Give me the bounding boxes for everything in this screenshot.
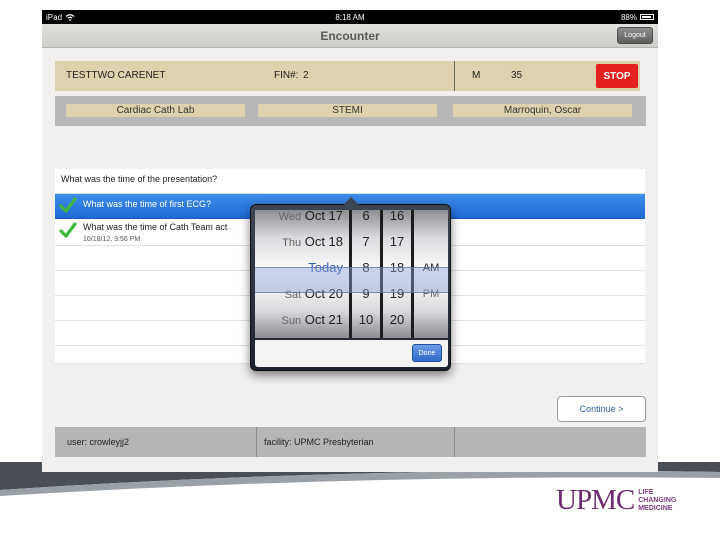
- slide-background-band: UPMC LIFE CHANGING MEDICINE: [0, 462, 720, 540]
- minute-option[interactable]: 16: [383, 210, 411, 229]
- fin-label: FIN#:: [274, 70, 299, 81]
- footer-user: user: crowleyjj2: [67, 437, 130, 447]
- battery-icon: [640, 14, 654, 20]
- continue-button[interactable]: Continue >: [557, 396, 646, 422]
- upmc-logo-word: UPMC: [556, 484, 635, 516]
- location-field: Cardiac Cath Lab: [66, 104, 245, 117]
- question-row[interactable]: What was the time of the presentation?: [55, 169, 645, 194]
- logout-button[interactable]: Logout: [617, 27, 653, 44]
- hour-option[interactable]: 10: [352, 307, 380, 333]
- footer-bar: user: crowleyjj2 facility: UPMC Presbyte…: [55, 427, 646, 457]
- footer-facility: facility: UPMC Presbyterian: [264, 437, 374, 447]
- patient-age: 35: [511, 70, 523, 81]
- popover-arrow: [342, 197, 360, 206]
- fin-value: 2: [303, 70, 309, 81]
- done-button[interactable]: Done: [412, 344, 442, 362]
- footer-divider: [454, 427, 455, 457]
- checkmark-icon: [59, 197, 77, 213]
- date-time-picker: Wed Oct 17 Thu Oct 18 Today Sat Oct 20 S…: [255, 210, 448, 338]
- physician-field: Marroquin, Oscar: [453, 104, 632, 117]
- minute-option[interactable]: 20: [383, 307, 411, 333]
- checkmark-icon: [59, 222, 77, 238]
- date-option[interactable]: Sun Oct 21: [255, 307, 349, 333]
- patient-sex: M: [472, 70, 481, 81]
- minute-option[interactable]: 17: [383, 229, 411, 255]
- upmc-logo: UPMC LIFE CHANGING MEDICINE: [556, 484, 676, 517]
- status-bar: iPad 8:18 AM 88%: [42, 10, 658, 24]
- date-option[interactable]: Thu Oct 18: [255, 229, 349, 255]
- footer-divider: [256, 427, 257, 457]
- stop-button[interactable]: STOP: [596, 64, 638, 88]
- encounter-info-bar: Cardiac Cath Lab STEMI Marroquin, Oscar: [55, 96, 646, 126]
- date-picker-popover: Wed Oct 17 Thu Oct 18 Today Sat Oct 20 S…: [250, 197, 451, 371]
- navigation-bar: Encounter Logout: [42, 24, 658, 48]
- patient-header: TESTTWO CARENET FIN#: 2 M 35 STOP: [55, 61, 640, 91]
- hour-option[interactable]: 6: [352, 210, 380, 229]
- ipad-screen: iPad 8:18 AM 88% Encounter Logout TESTTW…: [42, 10, 658, 472]
- upmc-tagline: LIFE CHANGING MEDICINE: [638, 488, 677, 512]
- date-option[interactable]: Wed Oct 17: [255, 210, 349, 229]
- patient-name: TESTTWO CARENET: [66, 70, 166, 81]
- picker-toolbar: Done: [255, 340, 448, 367]
- status-time: 8:18 AM: [335, 12, 365, 22]
- encounter-type-field: STEMI: [258, 104, 437, 117]
- hour-option[interactable]: 7: [352, 229, 380, 255]
- picker-selection-band: [255, 267, 448, 293]
- page-title: Encounter: [320, 29, 380, 43]
- patient-divider: [454, 61, 455, 91]
